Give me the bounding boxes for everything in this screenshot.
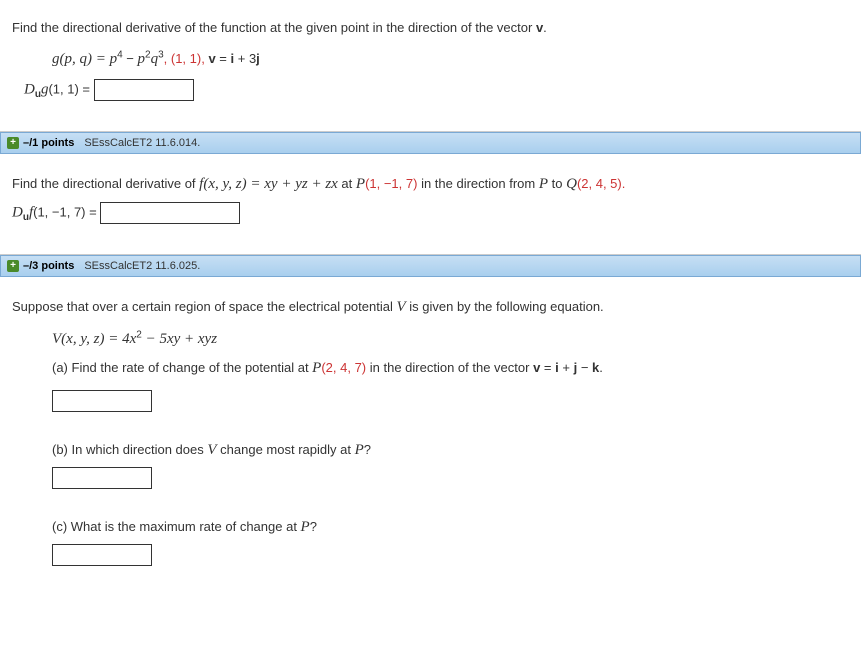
q3-points: –/3 points bbox=[23, 260, 74, 272]
q2-f: f(x, y, z) = xy + yz + zx bbox=[199, 176, 338, 192]
q1-j: j bbox=[256, 51, 260, 66]
q3a-answer-input[interactable] bbox=[52, 390, 152, 412]
q3a-eq: = bbox=[540, 360, 555, 375]
q2-text-d: to bbox=[548, 176, 566, 191]
q3b-pre: (b) In which direction does bbox=[52, 442, 207, 457]
q2-prompt: Find the directional derivative of f(x, … bbox=[12, 172, 849, 196]
q3b-V: V bbox=[207, 442, 216, 458]
q2-pt: (1, −1, 7) bbox=[365, 176, 417, 191]
q2-qpt: (2, 4, 5). bbox=[577, 176, 625, 191]
q1-ans-pt: (1, 1) = bbox=[48, 82, 93, 97]
expand-icon[interactable]: + bbox=[7, 260, 19, 272]
question-1: Find the directional derivative of the f… bbox=[0, 0, 861, 132]
q3-text-a: Suppose that over a certain region of sp… bbox=[12, 299, 396, 314]
q3a-mid: in the direction of the vector bbox=[366, 360, 533, 375]
q2-ref: SEssCalcET2 11.6.014. bbox=[84, 137, 200, 149]
q3c-answer-input[interactable] bbox=[52, 544, 152, 566]
q2-text-a: Find the directional derivative of bbox=[12, 176, 199, 191]
q3-equation: V(x, y, z) = 4x2 − 5xy + xyz bbox=[52, 325, 849, 354]
q2-answer-row: Duf(1, −1, 7) = bbox=[12, 202, 849, 224]
q3-eq-mid: − 5xy + xyz bbox=[142, 331, 217, 347]
q3-header: + –/3 points SEssCalcET2 11.6.025. bbox=[0, 255, 861, 277]
q3c-answer-row bbox=[52, 544, 849, 566]
q3c-pre: (c) What is the maximum rate of change a… bbox=[52, 519, 301, 534]
q3c-q: ? bbox=[310, 519, 317, 534]
q2-P: P bbox=[356, 176, 365, 192]
q3-prompt: Suppose that over a certain region of sp… bbox=[12, 295, 849, 319]
q1-p: p bbox=[138, 51, 146, 67]
q1-point: , (1, 1), bbox=[164, 51, 209, 66]
q3a-minus: − bbox=[577, 360, 592, 375]
q3-part-a: (a) Find the rate of change of the poten… bbox=[52, 354, 849, 383]
q3-eq-lhs: V(x, y, z) = 4x bbox=[52, 331, 136, 347]
q1-q: q bbox=[151, 51, 159, 67]
q1-prompt-text: Find the directional derivative of the f… bbox=[12, 20, 536, 35]
q3-text-b: is given by the following equation. bbox=[406, 299, 604, 314]
q1-answer-input[interactable] bbox=[94, 79, 194, 101]
q2-text-c: in the direction from bbox=[417, 176, 538, 191]
q3c-P: P bbox=[301, 519, 310, 535]
q2-header: + –/1 points SEssCalcET2 11.6.014. bbox=[0, 132, 861, 154]
q2-ans-pt: (1, −1, 7) = bbox=[33, 205, 100, 220]
q1-prompt: Find the directional derivative of the f… bbox=[12, 18, 849, 39]
q2-Q: Q bbox=[566, 176, 577, 192]
q3-V: V bbox=[396, 299, 405, 315]
question-3: + –/3 points SEssCalcET2 11.6.025. Suppo… bbox=[0, 255, 861, 596]
q2-text-b: at bbox=[338, 176, 356, 191]
question-2: + –/1 points SEssCalcET2 11.6.014. Find … bbox=[0, 132, 861, 255]
q3b-q: ? bbox=[364, 442, 371, 457]
q2-D: D bbox=[12, 205, 23, 221]
q1-g-lhs: g(p, q) = p bbox=[52, 51, 117, 67]
q3-ref: SEssCalcET2 11.6.025. bbox=[84, 260, 200, 272]
q1-prompt-suffix: . bbox=[543, 20, 547, 35]
q3b-answer-input[interactable] bbox=[52, 467, 152, 489]
q3a-answer-row bbox=[52, 390, 849, 412]
expand-icon[interactable]: + bbox=[7, 137, 19, 149]
q3b-P: P bbox=[355, 442, 364, 458]
q3a-plus: + bbox=[559, 360, 574, 375]
q3b-answer-row bbox=[52, 467, 849, 489]
q1-D: D bbox=[24, 82, 35, 98]
q2-points: –/1 points bbox=[23, 137, 74, 149]
q3a-pre: (a) Find the rate of change of the poten… bbox=[52, 360, 312, 375]
q3-part-c: (c) What is the maximum rate of change a… bbox=[52, 519, 849, 536]
q1-answer-row: Dug(1, 1) = bbox=[24, 79, 849, 101]
q1-eq: = bbox=[216, 51, 231, 66]
q1-v: v bbox=[208, 51, 215, 66]
q3a-dot: . bbox=[599, 360, 603, 375]
q3-part-b: (b) In which direction does V change mos… bbox=[52, 442, 849, 459]
q2-answer-input[interactable] bbox=[100, 202, 240, 224]
q1-minus: − bbox=[123, 51, 138, 66]
q3b-post: change most rapidly at bbox=[217, 442, 355, 457]
q3a-P: P bbox=[312, 360, 321, 376]
q1-equation: g(p, q) = p4 − p2q3, (1, 1), v = i + 3j bbox=[52, 45, 849, 74]
q2-Pa: P bbox=[539, 176, 548, 192]
q3a-pt: (2, 4, 7) bbox=[321, 360, 366, 375]
q1-plus3: + 3 bbox=[234, 51, 256, 66]
